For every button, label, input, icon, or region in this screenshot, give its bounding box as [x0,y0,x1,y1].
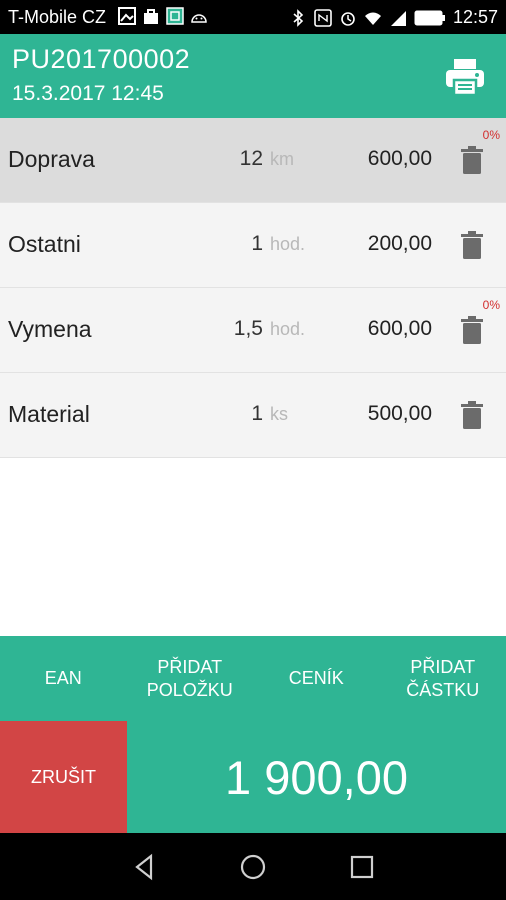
item-unit: hod. [270,319,306,339]
item-price: 200,00 [367,232,432,255]
back-icon[interactable] [129,852,159,882]
app-header: PU201700002 15.3.2017 12:45 [0,34,506,118]
signal-icon [390,10,406,26]
total-amount: 1 900,00 [225,750,408,804]
trash-icon[interactable] [461,401,483,429]
price-list-button[interactable]: CENÍK [253,636,380,721]
item-name: Vymena [8,316,92,342]
item-name: Material [8,401,90,427]
discount-badge: 0% [482,128,500,142]
android-debug-icon [191,14,207,23]
list-item[interactable]: 0% Vymena 1,5 hod. 600,00 [0,288,506,373]
action-bar: EAN PŘIDAT POLOŽKU CENÍK PŘIDAT ČÁSTKU [0,636,506,721]
item-list: 0% Doprava 12 km 600,00 Ostatni 1 hod. 2… [0,118,506,458]
item-unit: hod. [270,234,306,254]
document-datetime: 15.3.2017 12:45 [12,82,164,105]
item-price: 600,00 [367,147,432,170]
alarm-icon [341,11,355,26]
nfc-icon [314,8,332,27]
trash-icon[interactable] [461,231,483,259]
ean-button[interactable]: EAN [0,636,127,721]
item-name: Ostatni [8,231,81,257]
item-quantity: 1,5 [233,317,263,340]
item-quantity: 1 [251,232,263,255]
battery-icon [414,10,445,25]
list-item[interactable]: 0% Doprava 12 km 600,00 [0,118,506,203]
image-notification-icon [118,7,136,25]
shopping-bag-icon [144,9,158,24]
cancel-button[interactable]: ZRUŠIT [0,721,127,833]
printer-icon[interactable] [444,56,486,98]
footer-bar: ZRUŠIT 1 900,00 [0,721,506,833]
add-amount-button[interactable]: PŘIDAT ČÁSTKU [380,636,506,721]
item-unit: ks [270,404,288,424]
discount-badge: 0% [482,298,500,312]
item-price: 500,00 [367,402,432,425]
app-notification-icon [166,7,184,25]
item-price: 600,00 [367,317,432,340]
home-icon[interactable] [238,852,268,882]
wifi-icon [364,12,381,25]
system-navigation-bar [0,833,506,900]
carrier-name: T-Mobile CZ [8,7,107,27]
item-unit: km [270,149,294,169]
item-quantity: 1 [251,402,263,425]
add-item-button[interactable]: PŘIDAT POLOŽKU [127,636,254,721]
bluetooth-icon [293,8,304,27]
document-id: PU201700002 [12,44,191,74]
trash-icon[interactable] [461,146,483,174]
item-name: Doprava [8,146,95,172]
item-quantity: 12 [239,147,263,170]
trash-icon[interactable] [461,316,483,344]
recents-icon[interactable] [347,852,377,882]
clock-time: 12:57 [452,7,498,27]
status-bar: T-Mobile CZ 12:57 [0,0,506,34]
list-item[interactable]: Ostatni 1 hod. 200,00 [0,203,506,288]
list-item[interactable]: Material 1 ks 500,00 [0,373,506,458]
